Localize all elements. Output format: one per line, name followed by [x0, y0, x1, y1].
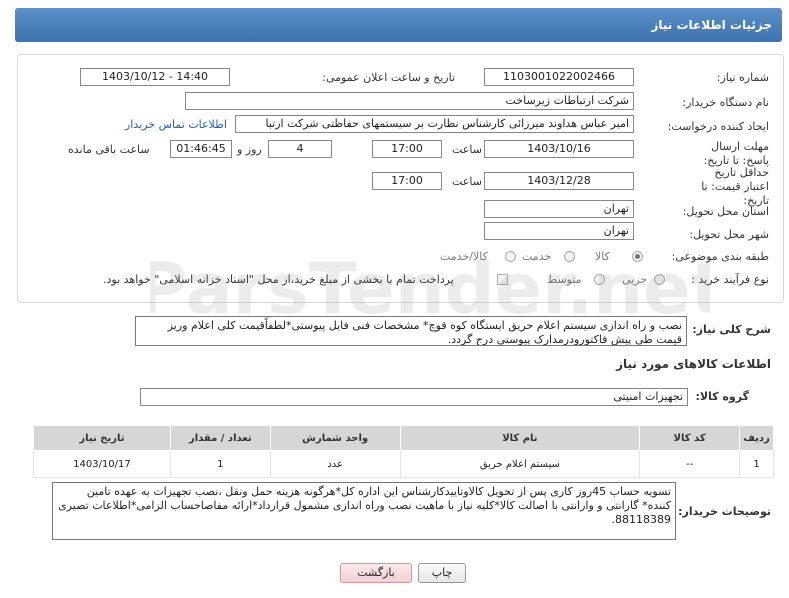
page-header: جزئیات اطلاعات نیاز [15, 8, 782, 42]
category-option-goods: کالا [595, 250, 610, 263]
buyer-notes-textarea: تسویه حساب 45روز کاری پس از تحویل کالاوت… [52, 482, 676, 540]
goods-section-title: اطلاعات کالاهای مورد نیاز [616, 357, 771, 371]
category-radio-goods-service[interactable] [505, 251, 516, 262]
buyer-field: شرکت ارتباطات زیرساخت [185, 92, 634, 110]
deadline-remaining-label: ساعت باقی مانده [68, 143, 150, 156]
treasury-payment-checkbox[interactable] [497, 274, 508, 285]
goods-group-field: تجهیزات امنیتی [140, 388, 688, 406]
need-number-field: 1103001022002466 [484, 68, 634, 86]
goods-group-label: گروه کالا: [695, 390, 749, 403]
deadline-days-field: 4 [268, 140, 332, 158]
deadline-remaining-field: 01:46:45 [170, 140, 232, 158]
treasury-payment-note: پرداخت تمام یا بخشی از مبلغ خرید،از محل … [103, 273, 454, 286]
purchase-option-medium: متوسط [547, 273, 582, 286]
validity-date-field: 1403/12/28 [484, 172, 634, 190]
purchase-type-label: نوع فرآیند خرید : [691, 273, 769, 286]
validity-label: حداقل تاریخ اعتبار قیمت: تا تاریخ: [701, 166, 769, 207]
need-details-page: جزئیات اطلاعات نیاز شماره نیاز: 11030010… [0, 0, 789, 598]
col-date: تاریخ نیاز [33, 425, 171, 451]
purchase-radio-medium[interactable] [594, 274, 605, 285]
table-row: 1 -- سیستم اعلام حریق عدد 1 1403/10/17 [33, 450, 774, 478]
goods-table: ردیف کد کالا نام کالا واحد شمارش تعداد /… [33, 425, 774, 478]
cell-unit: عدد [269, 450, 401, 478]
col-code: کد کالا [639, 425, 741, 451]
creator-label: ایجاد کننده درخواست: [667, 120, 769, 133]
cell-code: -- [639, 450, 741, 478]
deadline-label: مهلت ارسال پاسخ: تا تاریخ: [703, 140, 769, 167]
description-textarea: نصب و راه اندازی سیستم اعلام حریق ایستگا… [135, 316, 687, 346]
cell-qty: 1 [169, 450, 271, 478]
need-number-label: شماره نیاز: [716, 71, 769, 84]
print-button[interactable]: چاپ [418, 563, 466, 583]
validity-time-label: ساعت [452, 175, 482, 188]
description-label: شرح کلی نیاز: [692, 323, 771, 336]
category-label: طبقه بندی موضوعی: [671, 250, 769, 263]
col-qty: تعداد / مقدار [169, 425, 271, 451]
category-option-goods-service: کالا/خدمت [440, 250, 488, 263]
province-label: استان محل تحویل: [682, 205, 769, 218]
announce-label: تاریخ و ساعت اعلان عمومی: [322, 71, 455, 84]
back-button[interactable]: بازگشت [340, 563, 412, 583]
deadline-days-label: روز و [237, 143, 262, 156]
validity-time-field: 17:00 [372, 172, 442, 190]
buyer-contact-link[interactable]: اطلاعات تماس خریدار [125, 118, 227, 131]
province-field: تهران [484, 200, 634, 218]
buyer-label: نام دستگاه خریدار: [682, 96, 769, 109]
buyer-notes-label: توضیحات خریدار: [678, 505, 771, 518]
city-field: تهران [484, 222, 634, 240]
purchase-option-minor: جزیی [622, 273, 648, 286]
category-radio-service[interactable] [564, 251, 575, 262]
cell-date: 1403/10/17 [33, 450, 171, 478]
deadline-date-field: 1403/10/16 [484, 140, 634, 158]
deadline-time-label: ساعت [452, 143, 482, 156]
creator-field: امیر عباس هداوند میرزائی کارشناس نظارت ب… [235, 115, 634, 133]
category-option-service: خدمت [522, 250, 552, 263]
col-name: نام کالا [399, 425, 641, 451]
cell-name: سیستم اعلام حریق [399, 450, 641, 478]
category-radio-goods[interactable] [632, 251, 643, 262]
col-row: ردیف [739, 425, 774, 451]
city-label: شهر محل تحویل: [689, 228, 769, 241]
deadline-time-field: 17:00 [372, 140, 442, 158]
col-unit: واحد شمارش [269, 425, 401, 451]
announce-datetime-field: 1403/10/12 - 14:40 [80, 68, 230, 86]
cell-row: 1 [739, 450, 774, 478]
purchase-radio-minor[interactable] [654, 274, 665, 285]
